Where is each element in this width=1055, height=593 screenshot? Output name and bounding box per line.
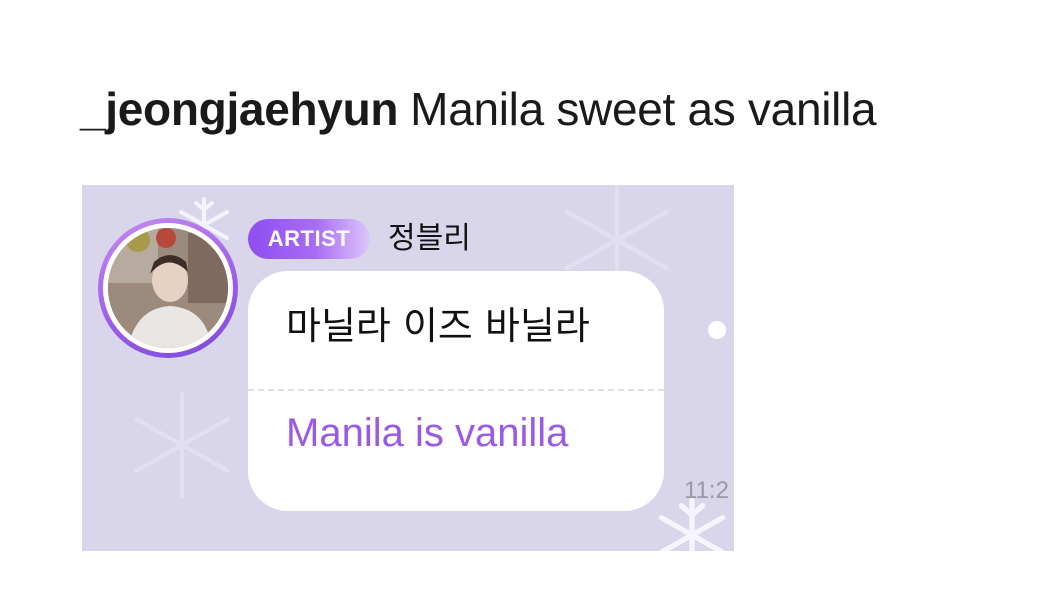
message-timestamp: 11:2 — [684, 477, 729, 504]
avatar[interactable] — [98, 218, 238, 358]
username[interactable]: _jeongjaehyun — [80, 83, 398, 135]
message-translation-text: Manila is vanilla — [286, 411, 569, 455]
snowflake-icon — [134, 391, 230, 499]
profile-photo-illustration — [108, 228, 228, 348]
unread-dot — [708, 321, 726, 339]
artist-profile-photo — [108, 228, 228, 348]
post-caption: _jeongjaehyun Manila sweet as vanilla — [80, 82, 877, 136]
translation-divider — [248, 389, 664, 391]
artist-display-name: 정블리 — [388, 221, 471, 256]
caption-text: Manila sweet as vanilla — [410, 83, 877, 135]
message-original-text: 마닐라 이즈 바닐라 — [286, 304, 590, 348]
artist-badge: ARTIST — [248, 219, 370, 259]
message-bubble[interactable]: 마닐라 이즈 바닐라 Manila is vanilla — [248, 271, 664, 511]
chat-screenshot: ARTIST 정블리 마닐라 이즈 바닐라 Manila is vanilla … — [82, 185, 734, 551]
